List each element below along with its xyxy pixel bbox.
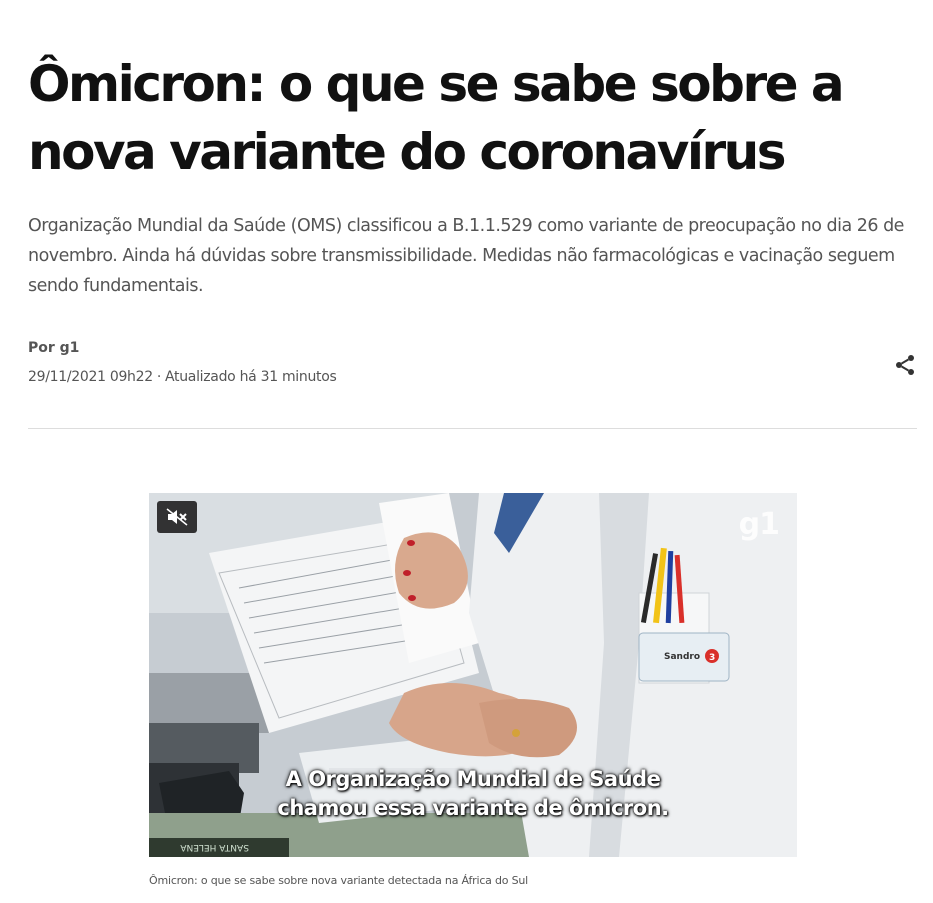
badge-name: Sandro xyxy=(664,652,700,662)
section-divider xyxy=(28,428,917,429)
video-player[interactable]: SANTA HELENA Sandro 3 g1 A Organização M… xyxy=(149,493,797,857)
updated-time: Atualizado há 31 minutos xyxy=(165,369,337,385)
published-date: 29/11/2021 09h22 xyxy=(28,369,153,385)
article-subtitle: Organização Mundial da Saúde (OMS) class… xyxy=(28,216,904,296)
article-byline[interactable]: Por g1 xyxy=(28,340,79,356)
subtitle-line-2: chamou essa variante de ômicron. xyxy=(277,796,669,820)
svg-text:SANTA HELENA: SANTA HELENA xyxy=(180,842,249,852)
share-icon xyxy=(896,355,914,375)
share-button[interactable] xyxy=(890,350,920,380)
article-page: Ômicron: o que se sabe sobre a nova vari… xyxy=(0,0,933,903)
g1-logo: g1 xyxy=(738,507,780,542)
subtitle-line-1: A Organização Mundial de Saúde xyxy=(285,767,661,791)
mute-button[interactable] xyxy=(157,501,197,533)
video-subtitles: A Organização Mundial de Saúde chamou es… xyxy=(149,765,797,823)
article-title: Ômicron: o que se sabe sobre a nova vari… xyxy=(28,55,845,181)
video-caption: Ômicron: o que se sabe sobre nova varian… xyxy=(149,874,529,887)
article-dateline: 29/11/2021 09h22 · Atualizado há 31 minuto… xyxy=(28,369,337,385)
date-separator: · xyxy=(156,369,161,385)
muted-speaker-icon xyxy=(166,508,188,526)
badge-number: 3 xyxy=(709,653,715,663)
